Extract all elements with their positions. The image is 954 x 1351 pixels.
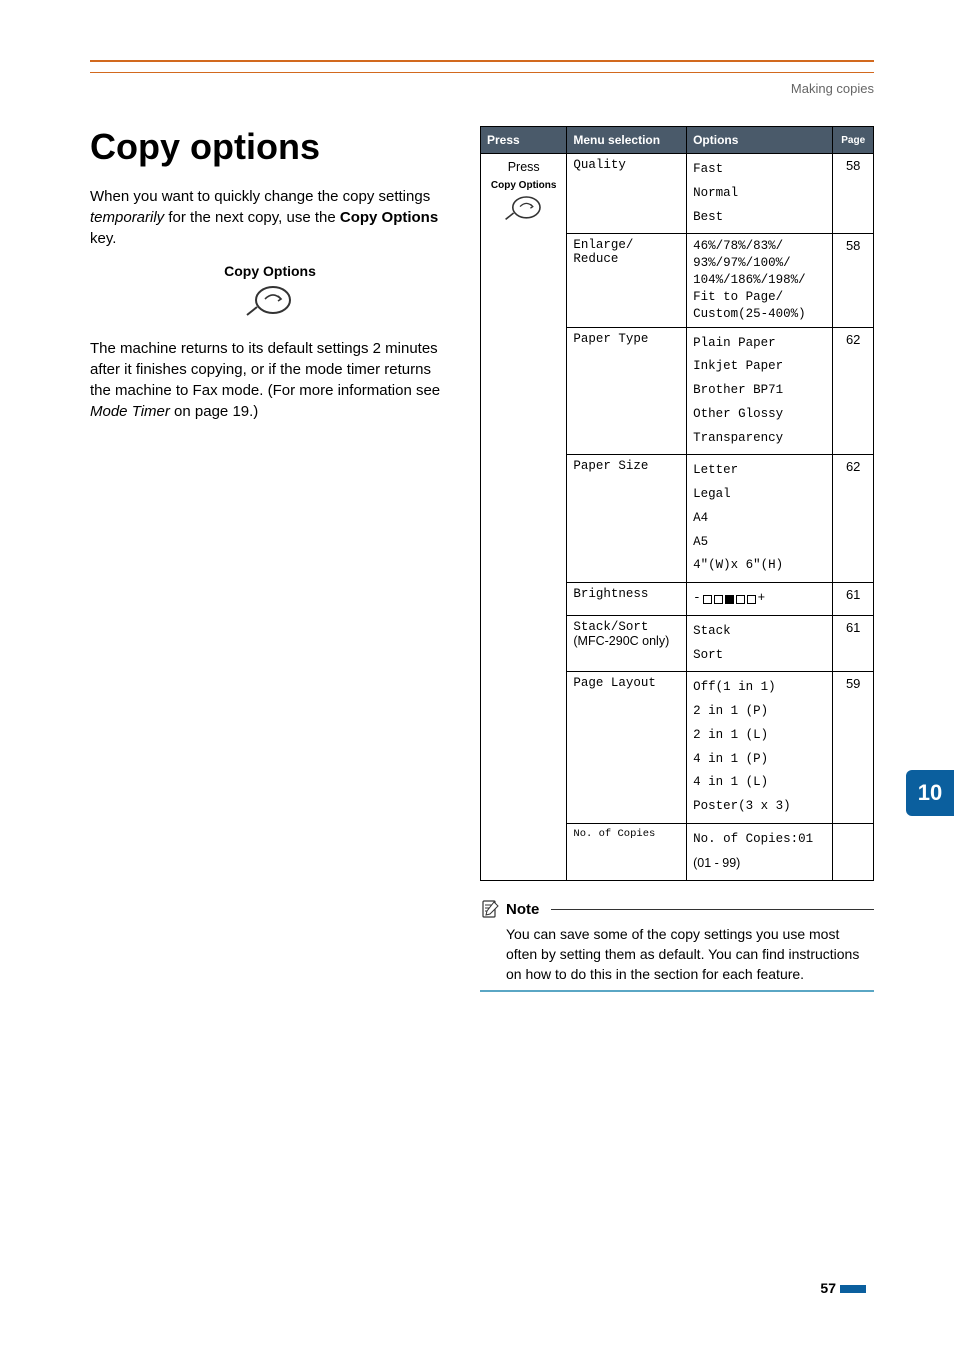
icon-label: Copy Options (224, 263, 316, 279)
option-value: 4"(W)x 6"(H) (693, 558, 783, 572)
option-range: (01 - 99) (693, 856, 740, 870)
th-menu: Menu selection (567, 127, 687, 154)
option-value: Normal (693, 186, 738, 200)
option-value: 2 in 1 (P) (693, 704, 768, 718)
table-row: Press Copy Options Quality Fast Normal Best 58 (481, 154, 874, 234)
note-end-rule (480, 990, 874, 992)
page-ref-cell: 61 (833, 615, 874, 672)
option-value: Sort (693, 648, 723, 662)
th-page: Page (833, 127, 874, 154)
right-column: Press Menu selection Options Page Press C… (480, 126, 874, 992)
note-icon (480, 899, 500, 919)
menu-cell: Paper Size (567, 455, 687, 583)
note-rule (551, 909, 874, 910)
intro-paragraph-1: When you want to quickly change the copy… (90, 186, 450, 249)
option-value: Fast (693, 162, 723, 176)
option-value: Other Glossy (693, 407, 783, 421)
option-value: Legal (693, 487, 731, 501)
option-value: A4 (693, 511, 708, 525)
chapter-tab: 10 (906, 770, 954, 816)
option-value: Brother BP71 (693, 383, 783, 397)
options-table: Press Menu selection Options Page Press C… (480, 126, 874, 881)
option-value: Transparency (693, 431, 783, 445)
page-ref-cell: 58 (833, 234, 874, 327)
page-number-bar (840, 1285, 866, 1293)
intro-bold: Copy Options (340, 209, 438, 226)
page-ref-cell: 58 (833, 154, 874, 234)
brightness-indicator: - + (693, 587, 765, 611)
options-cell: Plain Paper Inkjet Paper Brother BP71 Other… (687, 327, 833, 455)
copy-options-label: Copy Options (487, 180, 560, 191)
option-value: Best (693, 210, 723, 224)
menu-cell: Stack/Sort(MFC-290C only) (567, 615, 687, 672)
options-cell: Letter Legal A4 A5 4"(W)x 6"(H) (687, 455, 833, 583)
option-value: Stack (693, 624, 731, 638)
copy-options-icon (245, 285, 295, 319)
note-body: You can save some of the copy settings y… (506, 925, 874, 984)
option-value: A5 (693, 535, 708, 549)
intro-text: When you want to quickly change the copy… (90, 188, 430, 205)
option-value: Off(1 in 1) (693, 680, 776, 694)
menu-cell: Brightness (567, 583, 687, 616)
menu-cell: Page Layout (567, 672, 687, 824)
page-ref-cell: 61 (833, 583, 874, 616)
options-cell: Fast Normal Best (687, 154, 833, 234)
menu-cell: Quality (567, 154, 687, 234)
options-cell: 46%/78%/83%/93%/97%/100%/104%/186%/198%/… (687, 234, 833, 327)
page-number-text: 57 (820, 1280, 836, 1296)
intro-text: The machine returns to its default setti… (90, 340, 440, 399)
options-cell: Stack Sort (687, 615, 833, 672)
page-ref-cell (833, 823, 874, 881)
note-block: Note You can save some of the copy setti… (480, 899, 874, 992)
left-column: Copy options When you want to quickly ch… (90, 126, 450, 992)
intro-text: on page 19.) (170, 403, 258, 420)
option-value: No. of Copies:01 (693, 832, 813, 846)
option-value: Letter (693, 463, 738, 477)
option-value: 2 in 1 (L) (693, 728, 768, 742)
option-value: Inkjet Paper (693, 359, 783, 373)
press-cell: Press Copy Options (481, 154, 567, 881)
page-ref-cell: 59 (833, 672, 874, 824)
option-value: Poster(3 x 3) (693, 799, 791, 813)
top-rule-thick (90, 60, 874, 62)
th-options: Options (687, 127, 833, 154)
press-label: Press (508, 160, 540, 174)
page-number: 57 (820, 1280, 866, 1296)
options-cell: No. of Copies:01 (01 - 99) (687, 823, 833, 881)
intro-paragraph-2: The machine returns to its default setti… (90, 338, 450, 422)
breadcrumb: Making copies (90, 81, 874, 96)
note-title: Note (506, 901, 539, 918)
option-value: 4 in 1 (P) (693, 752, 768, 766)
page-ref-cell: 62 (833, 327, 874, 455)
options-cell: Off(1 in 1) 2 in 1 (P) 2 in 1 (L) 4 in 1 (P… (687, 672, 833, 824)
menu-cell: No. of Copies (567, 823, 687, 881)
page-title: Copy options (90, 126, 450, 168)
th-press: Press (481, 127, 567, 154)
menu-cell: Enlarge/Reduce (567, 234, 687, 327)
page-ref-cell: 62 (833, 455, 874, 583)
options-cell: - + (687, 583, 833, 616)
copy-options-icon (504, 195, 544, 223)
intro-text: for the next copy, use the (164, 209, 340, 226)
option-value: Plain Paper (693, 336, 776, 350)
top-rule-thin (90, 72, 874, 73)
intro-text: key. (90, 230, 116, 247)
intro-italic: temporarily (90, 209, 164, 226)
copy-options-button-illustration: Copy Options (90, 263, 450, 322)
menu-cell: Paper Type (567, 327, 687, 455)
option-value: 4 in 1 (L) (693, 775, 768, 789)
intro-italic: Mode Timer (90, 403, 170, 420)
